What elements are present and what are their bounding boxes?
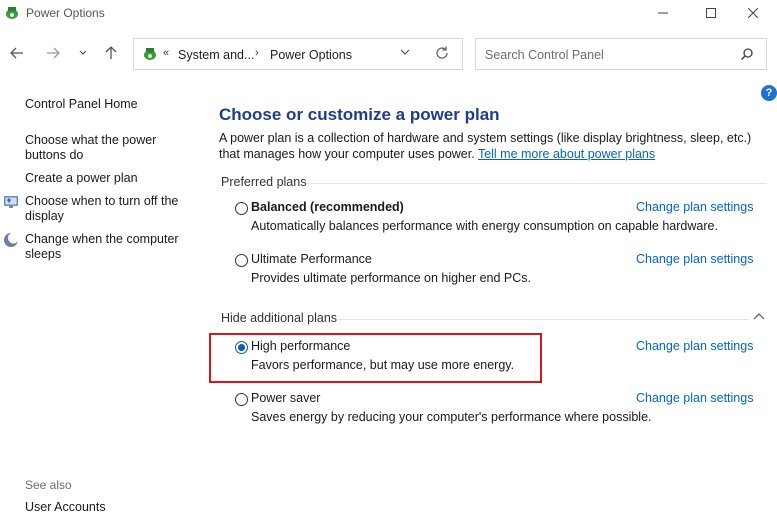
preferred-plans-header: Preferred plans <box>221 175 307 189</box>
title-bar: Power Options <box>0 0 777 28</box>
minimize-button[interactable] <box>640 0 686 26</box>
control-panel-home-link[interactable]: Control Panel Home <box>25 97 195 112</box>
page-description: A power plan is a collection of hardware… <box>219 131 752 161</box>
change-plan-settings-link[interactable]: Change plan settings <box>636 200 753 214</box>
arrow-left-icon <box>10 47 23 59</box>
highlight-annotation-box <box>209 333 542 383</box>
maximize-icon <box>706 8 716 18</box>
monitor-shield-icon <box>4 196 18 208</box>
change-plan-settings-link[interactable]: Change plan settings <box>636 339 753 353</box>
plan-description: Saves energy by reducing your computer's… <box>251 410 652 424</box>
divider <box>307 183 767 184</box>
divider <box>339 319 749 320</box>
power-options-icon <box>144 48 156 60</box>
radio-ultimate-performance[interactable] <box>235 254 248 267</box>
power-options-app-icon <box>6 7 18 19</box>
maximize-button[interactable] <box>688 0 734 26</box>
close-button[interactable] <box>730 0 776 26</box>
see-also-user-accounts[interactable]: User Accounts <box>25 500 106 515</box>
plan-description: Provides ultimate performance on higher … <box>251 271 532 285</box>
radio-balanced[interactable] <box>235 202 248 215</box>
sidebar-item-sleep[interactable]: Change when the computer sleeps <box>25 232 185 262</box>
back-button[interactable] <box>8 44 26 62</box>
search-box[interactable]: Search Control Panel <box>475 38 767 70</box>
search-placeholder[interactable]: Search Control Panel <box>485 48 604 62</box>
sidebar-item-display-off[interactable]: Choose when to turn off the display <box>25 194 185 224</box>
page-title: Choose or customize a power plan <box>219 105 500 124</box>
refresh-icon <box>436 46 448 59</box>
arrow-up-icon <box>105 46 117 59</box>
plan-description: Automatically balances performance with … <box>251 219 718 233</box>
chevron-up-icon[interactable] <box>752 309 766 323</box>
window-title: Power Options <box>26 6 105 20</box>
breadcrumb-power-options[interactable]: Power Options <box>270 48 352 62</box>
breadcrumb-separator[interactable]: › <box>255 47 259 59</box>
change-plan-settings-link[interactable]: Change plan settings <box>636 391 753 405</box>
hide-additional-plans-header[interactable]: Hide additional plans <box>221 311 337 325</box>
sidebar-item-power-buttons[interactable]: Choose what the power buttons do <box>25 133 175 163</box>
learn-more-link[interactable]: Tell me more about power plans <box>478 147 655 161</box>
address-dropdown-button[interactable] <box>400 47 410 60</box>
breadcrumb-overflow[interactable]: « <box>163 47 169 59</box>
navigation-row: « System and... › Power Options Search C… <box>0 36 777 74</box>
arrow-right-icon <box>47 47 60 59</box>
minimize-icon <box>658 12 668 14</box>
search-icon[interactable] <box>740 47 754 61</box>
radio-power-saver[interactable] <box>235 393 248 406</box>
up-button[interactable] <box>102 44 120 62</box>
plan-name[interactable]: Balanced (recommended) <box>251 200 404 214</box>
close-icon <box>748 8 758 18</box>
chevron-down-icon <box>400 49 410 55</box>
see-also-heading: See also <box>25 478 72 492</box>
plan-name[interactable]: Power saver <box>251 391 320 405</box>
recent-locations-button[interactable] <box>74 44 92 62</box>
address-bar[interactable]: « System and... › Power Options <box>133 38 463 70</box>
refresh-button[interactable] <box>434 45 452 63</box>
forward-button[interactable] <box>44 44 62 62</box>
sidebar-item-create-plan[interactable]: Create a power plan <box>25 171 195 186</box>
plan-name[interactable]: Ultimate Performance <box>251 252 372 266</box>
moon-icon <box>4 232 19 247</box>
breadcrumb-system[interactable]: System and... <box>178 48 254 62</box>
chevron-down-icon <box>79 50 87 55</box>
sidebar: Control Panel Home Choose what the power… <box>0 92 200 531</box>
change-plan-settings-link[interactable]: Change plan settings <box>636 252 753 266</box>
help-button[interactable]: ? <box>761 85 777 101</box>
